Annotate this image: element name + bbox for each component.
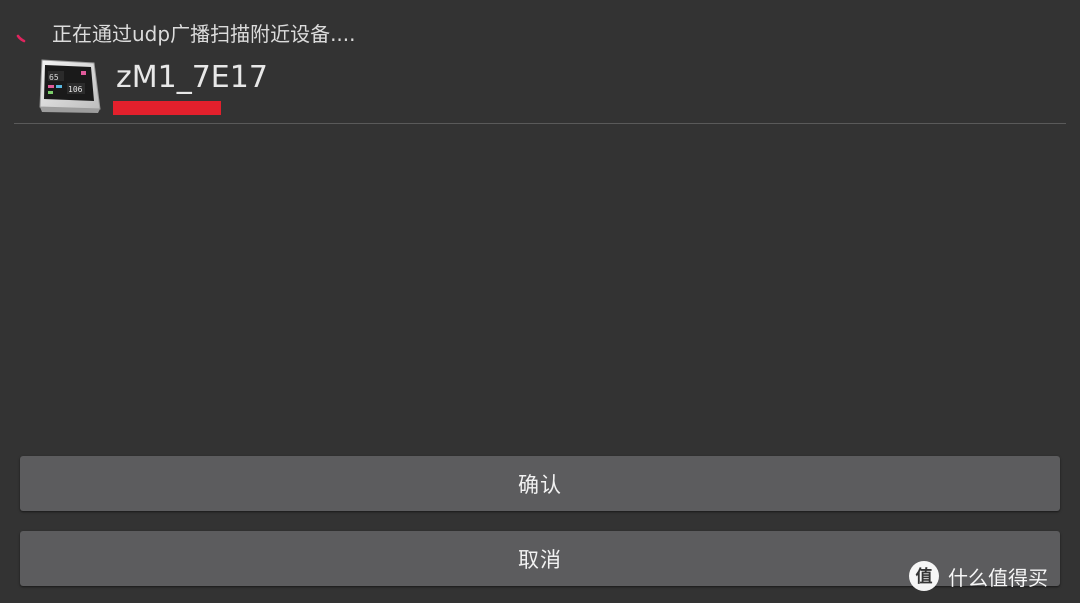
watermark-text: 什么值得买 bbox=[948, 565, 1048, 590]
list-divider bbox=[14, 123, 1066, 124]
zhi-logo-icon: 值 bbox=[909, 561, 939, 591]
svg-text:65: 65 bbox=[49, 73, 59, 82]
svg-text:106: 106 bbox=[68, 85, 83, 94]
device-scan-dialog: 正在通过udp广播扫描附近设备.... 65 106 zM1_7E17 确认 取… bbox=[0, 0, 1080, 603]
air-quality-monitor-icon: 65 106 bbox=[39, 59, 101, 113]
scan-status-text: 正在通过udp广播扫描附近设备.... bbox=[52, 22, 356, 46]
redaction-bar bbox=[113, 101, 221, 115]
device-name: zM1_7E17 bbox=[116, 60, 268, 95]
cancel-button[interactable]: 取消 bbox=[20, 531, 1060, 586]
svg-text:值: 值 bbox=[916, 566, 933, 587]
device-list-item[interactable]: 65 106 zM1_7E17 bbox=[16, 52, 1066, 122]
loading-spinner-icon bbox=[16, 34, 26, 43]
watermark: 值 什么值得买 bbox=[908, 558, 1048, 594]
confirm-button[interactable]: 确认 bbox=[20, 456, 1060, 511]
